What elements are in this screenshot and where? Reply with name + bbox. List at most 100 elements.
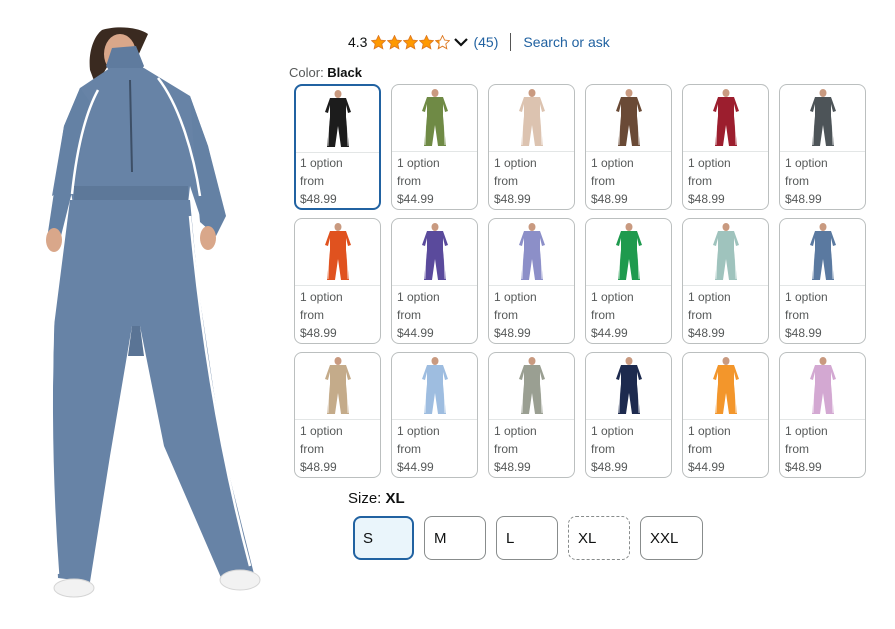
swatch-price: $44.99	[397, 326, 434, 340]
swatch-divider	[683, 419, 768, 420]
swatch-from-label: from	[785, 174, 809, 188]
swatch-thumbnail	[296, 86, 379, 152]
swatch-details: 1 option from $48.99	[300, 288, 343, 342]
swatch-divider	[392, 151, 477, 152]
swatch-from-label: from	[591, 308, 615, 322]
color-swatch[interactable]: 1 option from $44.99	[682, 352, 769, 478]
swatch-divider	[489, 419, 574, 420]
color-swatch[interactable]: 1 option from $44.99	[585, 218, 672, 344]
color-swatch[interactable]: 1 option from $48.99	[488, 218, 575, 344]
swatch-price: $44.99	[397, 192, 434, 206]
color-swatch[interactable]: 1 option from $48.99	[294, 84, 381, 210]
swatch-option-count: 1 option	[688, 156, 731, 170]
size-option-label: XL	[578, 529, 597, 547]
tracksuit-thumbnail-icon	[615, 223, 642, 280]
size-option-s[interactable]: S	[353, 516, 414, 560]
swatch-divider	[296, 152, 379, 153]
swatch-thumbnail	[586, 85, 671, 151]
swatch-price: $48.99	[494, 460, 531, 474]
swatch-option-count: 1 option	[688, 424, 731, 438]
swatch-thumbnail	[489, 85, 574, 151]
swatch-divider	[586, 151, 671, 152]
color-swatch[interactable]: 1 option from $48.99	[488, 352, 575, 478]
tracksuit-thumbnail-icon	[615, 89, 642, 146]
color-swatch[interactable]: 1 option from $48.99	[779, 218, 866, 344]
swatch-thumbnail	[295, 219, 380, 285]
swatch-divider	[780, 151, 865, 152]
swatch-price: $48.99	[785, 460, 822, 474]
color-label: Color: Black	[289, 65, 362, 80]
model-tracksuit-icon	[46, 27, 261, 598]
swatch-option-count: 1 option	[785, 156, 828, 170]
swatch-divider	[586, 419, 671, 420]
swatch-price: $48.99	[785, 192, 822, 206]
swatch-option-count: 1 option	[785, 290, 828, 304]
color-swatch[interactable]: 1 option from $44.99	[391, 218, 478, 344]
swatch-from-label: from	[688, 174, 712, 188]
tracksuit-thumbnail-icon	[324, 90, 351, 147]
tracksuit-thumbnail-icon	[324, 357, 351, 414]
color-swatch[interactable]: 1 option from $48.99	[779, 352, 866, 478]
size-option-label: M	[434, 529, 447, 547]
swatch-details: 1 option from $44.99	[591, 288, 634, 342]
color-swatch[interactable]: 1 option from $48.99	[294, 218, 381, 344]
swatch-thumbnail	[586, 219, 671, 285]
swatch-price: $44.99	[397, 460, 434, 474]
selected-color-name: Black	[327, 65, 362, 80]
swatch-from-label: from	[494, 308, 518, 322]
swatch-price: $44.99	[688, 460, 725, 474]
color-swatch[interactable]: 1 option from $44.99	[391, 352, 478, 478]
swatch-option-count: 1 option	[688, 290, 731, 304]
color-swatch[interactable]: 1 option from $48.99	[779, 84, 866, 210]
swatch-option-count: 1 option	[397, 290, 440, 304]
selected-size-name: XL	[385, 490, 405, 507]
product-main-image[interactable]	[40, 26, 270, 604]
swatch-thumbnail	[489, 353, 574, 419]
star-rating[interactable]	[371, 34, 451, 50]
swatch-from-label: from	[785, 442, 809, 456]
swatch-details: 1 option from $48.99	[300, 422, 343, 476]
swatch-details: 1 option from $48.99	[591, 154, 634, 208]
swatch-from-label: from	[591, 442, 615, 456]
swatch-divider	[489, 285, 574, 286]
swatch-thumbnail	[683, 85, 768, 151]
swatch-details: 1 option from $44.99	[397, 154, 440, 208]
swatch-from-label: from	[494, 442, 518, 456]
size-option-l[interactable]: L	[496, 516, 558, 560]
swatch-from-label: from	[591, 174, 615, 188]
color-swatch[interactable]: 1 option from $48.99	[585, 84, 672, 210]
swatch-option-count: 1 option	[300, 156, 343, 170]
swatch-from-label: from	[397, 308, 421, 322]
swatch-divider	[586, 285, 671, 286]
swatch-details: 1 option from $48.99	[494, 422, 537, 476]
swatch-from-label: from	[688, 308, 712, 322]
size-option-label: XXL	[650, 529, 679, 547]
swatch-thumbnail	[295, 353, 380, 419]
swatch-option-count: 1 option	[494, 156, 537, 170]
color-swatch[interactable]: 1 option from $44.99	[391, 84, 478, 210]
swatch-details: 1 option from $44.99	[397, 422, 440, 476]
swatch-price: $44.99	[591, 326, 628, 340]
size-option-xxl[interactable]: XXL	[640, 516, 703, 560]
swatch-option-count: 1 option	[494, 424, 537, 438]
swatch-from-label: from	[397, 442, 421, 456]
color-swatch[interactable]: 1 option from $48.99	[585, 352, 672, 478]
swatch-details: 1 option from $48.99	[300, 154, 343, 208]
swatch-price: $48.99	[494, 192, 531, 206]
chevron-down-icon[interactable]	[453, 35, 469, 49]
review-count-link[interactable]: (45)	[473, 34, 498, 50]
star-full-icon	[419, 34, 435, 50]
tracksuit-thumbnail-icon	[518, 357, 545, 414]
swatch-divider	[780, 285, 865, 286]
tracksuit-thumbnail-icon	[809, 357, 836, 414]
color-swatch[interactable]: 1 option from $48.99	[682, 218, 769, 344]
color-swatch[interactable]: 1 option from $48.99	[488, 84, 575, 210]
tracksuit-thumbnail-icon	[809, 223, 836, 280]
color-swatch[interactable]: 1 option from $48.99	[294, 352, 381, 478]
tracksuit-thumbnail-icon	[421, 357, 448, 414]
size-option-m[interactable]: M	[424, 516, 486, 560]
search-or-ask-link[interactable]: Search or ask	[523, 34, 609, 50]
color-swatch[interactable]: 1 option from $48.99	[682, 84, 769, 210]
size-option-xl[interactable]: XL	[568, 516, 630, 560]
star-full-icon	[403, 34, 419, 50]
